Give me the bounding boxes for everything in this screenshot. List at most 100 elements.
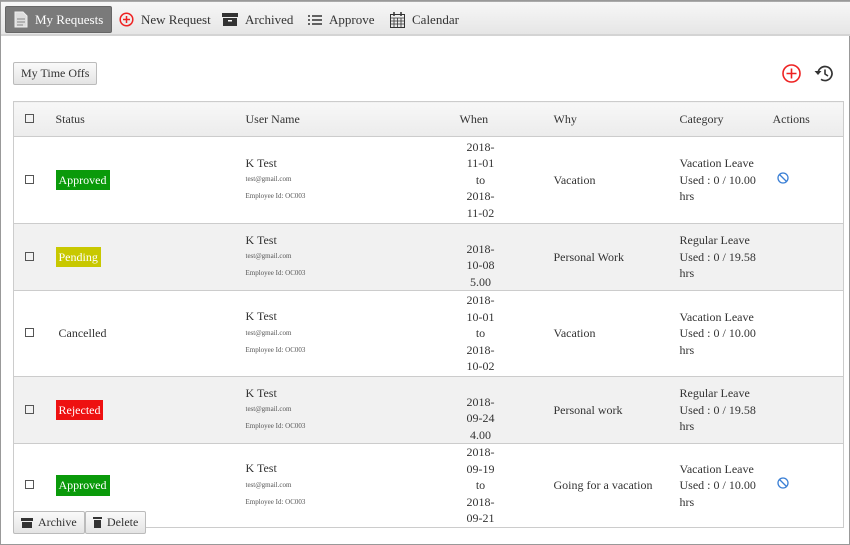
when-start: 2018-09-19: [466, 445, 495, 476]
row-checkbox[interactable]: [25, 174, 34, 184]
category-used: Used : 0 / 10.00: [679, 478, 756, 492]
tab-new-request[interactable]: New Request: [111, 6, 219, 33]
button-label: Archive: [38, 515, 77, 529]
add-request-icon[interactable]: [781, 63, 802, 84]
category: Regular Leave: [679, 386, 750, 401]
tab-label: Approve: [329, 11, 375, 27]
user-email: test@gmail.com: [245, 328, 292, 337]
why: Vacation: [553, 136, 680, 224]
user-email: test@gmail.com: [245, 252, 292, 261]
button-label: Delete: [107, 515, 139, 529]
tab-label: Calendar: [412, 11, 459, 27]
employee-id: Employee Id: OC003: [245, 497, 306, 506]
top-nav: My Requests New Request Archived Approve…: [1, 1, 850, 36]
status-badge: Rejected: [55, 399, 104, 421]
button-label: My Time Offs: [21, 66, 90, 80]
row-checkbox[interactable]: [25, 251, 34, 261]
header-why[interactable]: Why: [553, 101, 680, 137]
user-name: K Test: [245, 461, 277, 475]
tab-label: Archived: [245, 11, 294, 27]
employee-id: Employee Id: OC003: [245, 269, 306, 278]
employee-id: Employee Id: OC003: [245, 422, 306, 431]
tab-my-requests[interactable]: My Requests: [5, 6, 113, 33]
row-checkbox[interactable]: [25, 328, 34, 338]
when-end: 4.00: [470, 427, 491, 442]
trash-icon: [93, 517, 102, 528]
category: Vacation Leave: [679, 461, 754, 476]
cancel-icon[interactable]: [776, 477, 789, 489]
user-email: test@gmail.com: [245, 405, 292, 414]
why: Personal work: [553, 376, 680, 444]
select-all-checkbox[interactable]: [25, 113, 34, 123]
when-start: 2018-10-01: [466, 293, 495, 324]
category-used: Used : 0 / 19.58: [679, 402, 756, 417]
when-start: [460, 377, 502, 394]
tab-archived[interactable]: Archived: [214, 6, 301, 33]
when-mid: to: [475, 172, 486, 187]
category-unit: hrs: [679, 494, 695, 509]
when-mid: to: [475, 478, 486, 492]
status-text: Cancelled: [58, 326, 107, 341]
status-badge: Approved: [55, 475, 110, 496]
status-badge: Approved: [55, 169, 110, 191]
cancel-icon[interactable]: [776, 172, 789, 184]
category-used: Used : 0 / 10.00: [679, 172, 756, 187]
when-start: [460, 224, 502, 241]
archive-icon: [222, 13, 238, 26]
when-end: 2018-09-21: [466, 494, 495, 526]
requests-table: Status User Name When Why Category Actio…: [13, 101, 844, 528]
header-status[interactable]: Status: [55, 101, 246, 137]
my-time-offs-button[interactable]: My Time Offs: [13, 62, 98, 85]
table-row: Rejected K Test test@gmail.com Employee Id…: [13, 376, 844, 444]
tab-label: New Request: [141, 11, 211, 27]
user-name: K Test: [245, 155, 277, 170]
when-mid: 2018-10-08: [466, 241, 495, 273]
header-when[interactable]: When: [459, 101, 554, 137]
user-name: K Test: [245, 385, 277, 400]
tab-calendar[interactable]: Calendar: [382, 6, 467, 33]
category-unit: hrs: [679, 342, 695, 357]
category-used: Used : 0 / 19.58: [679, 249, 756, 264]
category: Vacation Leave: [679, 156, 754, 171]
category-unit: hrs: [679, 189, 695, 204]
calendar-icon: [390, 11, 405, 28]
user-email: test@gmail.com: [245, 480, 292, 489]
when-mid: to: [475, 326, 486, 341]
table-row: Cancelled K Test test@gmail.com Employee I…: [13, 290, 844, 377]
why: Vacation: [553, 290, 680, 377]
row-checkbox[interactable]: [25, 480, 34, 489]
archive-icon: [21, 517, 33, 528]
header-user-name[interactable]: User Name: [245, 101, 460, 137]
user-name: K Test: [245, 309, 277, 324]
list-icon: [308, 14, 322, 25]
employee-id: Employee Id: OC003: [245, 192, 306, 201]
why: Personal Work: [553, 223, 680, 291]
category-unit: hrs: [679, 419, 695, 434]
header-actions: Actions: [772, 101, 844, 137]
user-name: K Test: [245, 232, 277, 247]
row-checkbox[interactable]: [25, 404, 34, 414]
when-end: 2018-11-02: [466, 189, 495, 220]
when-mid: 2018-09-24: [466, 394, 495, 426]
header-category[interactable]: Category: [679, 101, 773, 137]
when-end: 2018-10-02: [466, 342, 495, 374]
table-row: Pending K Test test@gmail.com Employee Id:…: [13, 223, 844, 291]
document-icon: [14, 11, 28, 28]
table-row: Approved K Test test@gmail.com Employee Id…: [13, 136, 844, 224]
history-icon[interactable]: [813, 63, 835, 84]
archive-button[interactable]: Archive: [13, 511, 85, 534]
why: Going for a vacation: [553, 443, 680, 527]
when-end: 5.00: [470, 274, 491, 289]
category: Regular Leave: [679, 233, 750, 248]
category-unit: hrs: [679, 266, 695, 281]
delete-button[interactable]: Delete: [85, 511, 147, 534]
when-start: 2018-11-01: [466, 139, 495, 171]
employee-id: Employee Id: OC003: [245, 345, 306, 354]
status-badge: Pending: [55, 246, 101, 268]
user-email: test@gmail.com: [245, 175, 292, 184]
category-used: Used : 0 / 10.00: [679, 326, 756, 341]
tab-label: My Requests: [35, 11, 104, 27]
category: Vacation Leave: [679, 309, 754, 324]
plus-circle-icon: [119, 12, 134, 27]
tab-approve[interactable]: Approve: [300, 6, 383, 33]
